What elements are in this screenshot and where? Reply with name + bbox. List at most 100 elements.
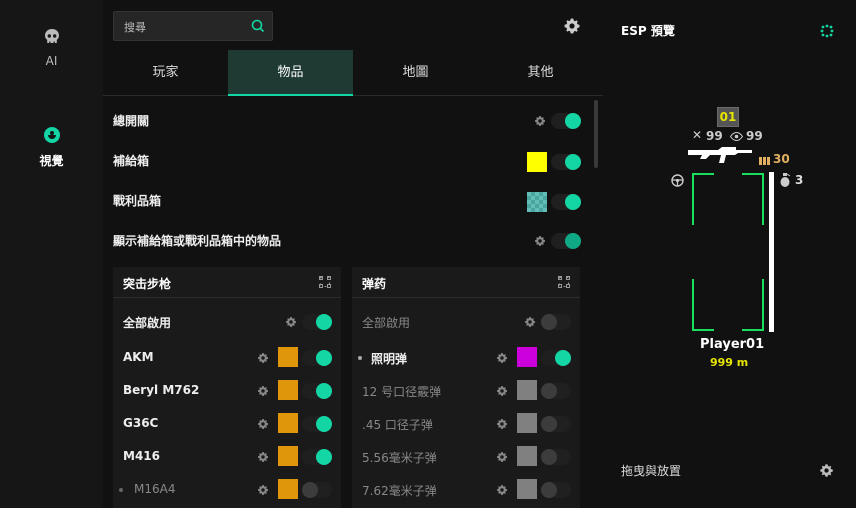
ammo-card: 弹药 全部啟用 照明弹 12 号口径霰弹 .45 口径子弹 5.56毫米子弹 7… — [352, 267, 580, 508]
main-panel: 玩家 物品 地圖 其他 總開關 補給箱 戰利品箱 顯示補給箱或戰利品箱中的物品 … — [103, 0, 603, 508]
supply-box-toggle[interactable] — [551, 154, 581, 170]
gear-icon[interactable] — [496, 484, 508, 496]
item-name: G36C — [123, 416, 159, 430]
gear-icon[interactable] — [285, 316, 297, 328]
item-name: M416 — [123, 449, 160, 463]
bullet-dot — [358, 356, 362, 360]
item-toggle[interactable] — [302, 416, 332, 432]
list-item: 照明弹 — [352, 341, 580, 374]
rifle-icon — [688, 147, 752, 163]
expand-icon[interactable] — [558, 276, 570, 288]
item-name: 7.62毫米子弹 — [362, 484, 437, 498]
team-number-badge: 01 — [717, 107, 739, 127]
color-swatch[interactable] — [517, 347, 537, 367]
row-master-switch: 總開關 — [113, 101, 583, 141]
sidebar-nav: AI 視覺 — [0, 0, 103, 508]
row-show-contents: 顯示補給箱或戰利品箱中的物品 — [113, 221, 583, 261]
enable-all-row: 全部啟用 — [352, 305, 580, 338]
color-swatch[interactable] — [517, 413, 537, 433]
list-item: AKM — [113, 341, 341, 374]
item-name: M16A4 — [134, 482, 176, 496]
row-label: 戰利品箱 — [113, 194, 162, 208]
gear-icon[interactable] — [563, 17, 581, 35]
item-toggle[interactable] — [541, 482, 571, 498]
gear-icon[interactable] — [496, 385, 508, 397]
color-swatch[interactable] — [278, 347, 298, 367]
esp-box-corner — [742, 279, 764, 331]
row-supply-box: 補給箱 — [113, 141, 583, 181]
nav-item-visual[interactable]: 視覺 — [0, 126, 103, 169]
color-swatch[interactable] — [517, 380, 537, 400]
gear-icon[interactable] — [257, 418, 269, 430]
gear-icon[interactable] — [534, 235, 546, 247]
assault-rifle-card: 突击步枪 全部啟用 AKM Beryl M762 G36C M416 M16A4 — [113, 267, 341, 508]
gear-icon[interactable] — [534, 115, 546, 127]
esp-box-corner — [742, 173, 764, 225]
tab-players[interactable]: 玩家 — [103, 50, 228, 96]
gear-icon[interactable] — [257, 352, 269, 364]
item-name: 照明弹 — [371, 352, 408, 366]
tab-bar: 玩家 物品 地圖 其他 — [103, 50, 603, 96]
nav-label-ai: AI — [45, 54, 58, 68]
skull-icon — [44, 29, 59, 43]
tab-items[interactable]: 物品 — [228, 50, 353, 96]
list-item: M416 — [113, 440, 341, 473]
tab-map[interactable]: 地圖 — [353, 50, 478, 96]
list-item: 12 号口径霰弹 — [352, 374, 580, 407]
master-toggle[interactable] — [551, 113, 581, 129]
gear-icon[interactable] — [496, 418, 508, 430]
search-input[interactable] — [122, 18, 242, 36]
color-swatch[interactable] — [278, 446, 298, 466]
item-toggle[interactable] — [541, 350, 571, 366]
item-toggle[interactable] — [302, 482, 332, 498]
color-swatch[interactable] — [517, 446, 537, 466]
enable-all-toggle[interactable] — [541, 314, 571, 330]
gear-icon[interactable] — [496, 451, 508, 463]
show-contents-toggle[interactable] — [551, 233, 581, 249]
expand-icon[interactable] — [319, 276, 331, 288]
item-name: 5.56毫米子弹 — [362, 451, 437, 465]
gear-icon[interactable] — [257, 385, 269, 397]
spectators-count: 99 — [746, 129, 763, 143]
card-title: 突击步枪 — [123, 277, 172, 291]
row-label: 顯示補給箱或戰利品箱中的物品 — [113, 234, 282, 248]
list-item: 5.56毫米子弹 — [352, 440, 580, 473]
gear-icon[interactable] — [496, 352, 508, 364]
tab-other[interactable]: 其他 — [478, 50, 603, 96]
eye-icon — [730, 132, 743, 141]
loot-box-toggle[interactable] — [551, 194, 581, 210]
esp-box-corner — [692, 173, 714, 225]
drag-handle-icon[interactable] — [820, 24, 834, 38]
nav-label-visual: 視覺 — [39, 154, 64, 168]
search-icon[interactable] — [251, 19, 265, 33]
player-name: Player01 — [700, 337, 765, 352]
item-name: Beryl M762 — [123, 383, 200, 397]
nav-item-ai[interactable]: AI — [0, 28, 103, 68]
player-distance: 999 m — [710, 356, 749, 369]
item-toggle[interactable] — [541, 416, 571, 432]
gear-icon[interactable] — [819, 463, 834, 478]
gear-icon[interactable] — [524, 316, 536, 328]
color-swatch[interactable] — [527, 192, 547, 212]
color-swatch[interactable] — [278, 479, 298, 499]
kills-count: 99 — [706, 129, 723, 143]
list-item: Beryl M762 — [113, 374, 341, 407]
item-toggle[interactable] — [541, 383, 571, 399]
card-title: 弹药 — [362, 277, 387, 291]
color-swatch[interactable] — [527, 152, 547, 172]
item-toggle[interactable] — [302, 383, 332, 399]
item-toggle[interactable] — [302, 350, 332, 366]
bullet-dot — [119, 488, 123, 492]
drag-and-drop-label: 拖曳與放置 — [621, 464, 682, 478]
color-swatch[interactable] — [278, 413, 298, 433]
item-toggle[interactable] — [541, 449, 571, 465]
esp-preview-panel: ESP 預覽 01 ✕ 99 99 30 3 Player01 999 m 拖曳… — [603, 0, 856, 508]
item-toggle[interactable] — [302, 449, 332, 465]
color-swatch[interactable] — [517, 479, 537, 499]
scrollbar[interactable] — [594, 100, 598, 168]
gear-icon[interactable] — [257, 484, 269, 496]
gear-icon[interactable] — [257, 451, 269, 463]
grenade-icon — [780, 173, 791, 187]
color-swatch[interactable] — [278, 380, 298, 400]
enable-all-toggle[interactable] — [302, 314, 332, 330]
